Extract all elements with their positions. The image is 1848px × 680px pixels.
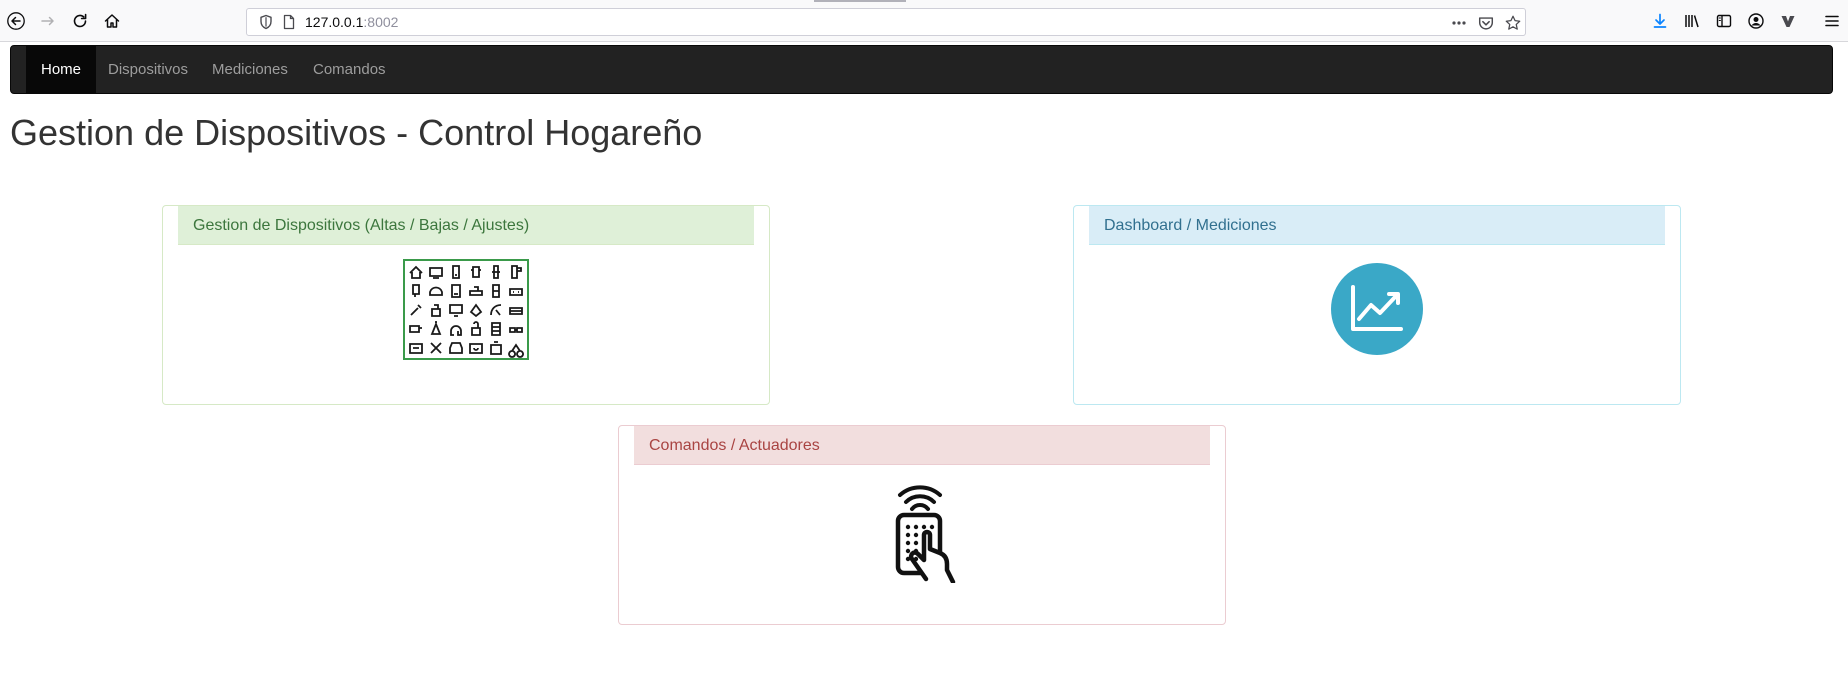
commands-panel[interactable]: Comandos / Actuadores <box>618 425 1226 625</box>
device-pictogram-icon <box>429 286 443 296</box>
page-title: Gestion de Dispositivos - Control Hogare… <box>10 112 703 153</box>
url-bar[interactable]: 127.0.0.1:8002 <box>246 8 1526 36</box>
device-pictogram-icon <box>490 304 502 316</box>
device-pictogram-icon <box>509 327 523 333</box>
url-port: :8002 <box>363 14 399 30</box>
menu-button[interactable] <box>1818 7 1846 35</box>
browser-toolbar: 127.0.0.1:8002 <box>0 0 1848 42</box>
device-pictogram-icon <box>429 267 443 279</box>
reload-icon <box>73 13 87 28</box>
account-icon <box>1748 13 1764 29</box>
device-pictogram-icon <box>469 343 483 354</box>
download-icon <box>1653 13 1667 28</box>
device-pictogram-icon <box>409 343 423 354</box>
page-info-icon[interactable] <box>280 13 298 31</box>
device-pictogram-icon <box>430 321 442 335</box>
bookmark-star-icon[interactable] <box>1503 13 1523 33</box>
device-pictogram-icon <box>412 284 420 297</box>
device-pictogram-icon <box>492 284 500 298</box>
device-pictogram-icon <box>471 266 481 278</box>
device-pictogram-icon <box>449 342 463 354</box>
device-pictogram-icon <box>409 325 422 333</box>
library-icon <box>1685 15 1699 28</box>
remote-control-icon[interactable] <box>878 479 966 583</box>
dashboard-panel-heading[interactable]: Dashboard / Mediciones <box>1089 206 1665 245</box>
device-pictogram-icon <box>511 265 522 279</box>
page-actions-icon[interactable] <box>1449 13 1469 33</box>
nav-mediciones[interactable]: Mediciones <box>197 46 303 93</box>
nav-comandos[interactable]: Comandos <box>298 46 401 93</box>
device-pictogram-icon <box>431 304 441 317</box>
navbar: Home Dispositivos Mediciones Comandos <box>10 45 1833 94</box>
device-pictogram-icon <box>471 321 481 336</box>
device-pictogram-icon <box>409 265 423 279</box>
devices-panel-heading[interactable]: Gestion de Dispositivos (Altas / Bajas /… <box>178 206 754 245</box>
device-pictogram-icon <box>490 341 502 355</box>
hamburger-menu-icon <box>1825 15 1839 27</box>
extension-v-icon <box>1781 16 1795 27</box>
device-pictogram-icon <box>508 343 524 358</box>
device-pictogram-icon <box>469 286 483 296</box>
device-pictogram-icon <box>450 325 462 336</box>
home-icon <box>104 14 120 28</box>
trend-chart-icon[interactable] <box>1331 263 1423 355</box>
device-pictogram-icon <box>469 303 483 318</box>
shield-icon[interactable] <box>257 13 275 31</box>
tab-indicator <box>814 0 906 2</box>
device-pictogram-icon <box>509 288 523 296</box>
url-host: 127.0.0.1 <box>305 14 364 30</box>
reload-button[interactable] <box>66 7 94 35</box>
url-text[interactable]: 127.0.0.1:8002 <box>305 14 398 30</box>
devices-panel[interactable]: Gestion de Dispositivos (Altas / Bajas /… <box>162 205 770 405</box>
device-pictogram-icon <box>452 265 460 279</box>
forward-button[interactable] <box>34 7 62 35</box>
sidebar-button[interactable] <box>1710 7 1738 35</box>
account-button[interactable] <box>1742 7 1770 35</box>
devices-grid-icon[interactable] <box>403 259 529 360</box>
device-pictogram-icon <box>410 304 422 316</box>
downloads-button[interactable] <box>1646 7 1674 35</box>
nav-dispositivos[interactable]: Dispositivos <box>93 46 203 93</box>
device-pictogram-icon <box>430 342 442 354</box>
home-button[interactable] <box>98 7 126 35</box>
forward-arrow-icon <box>41 16 54 26</box>
device-pictogram-icon <box>449 304 463 317</box>
dashboard-panel[interactable]: Dashboard / Mediciones <box>1073 205 1681 405</box>
device-pictogram-icon <box>509 307 523 315</box>
sidebar-icon <box>1716 14 1732 28</box>
extension-button[interactable] <box>1774 7 1802 35</box>
back-button[interactable] <box>2 7 30 35</box>
device-pictogram-icon <box>491 322 501 336</box>
pocket-icon[interactable] <box>1476 13 1496 33</box>
commands-panel-heading[interactable]: Comandos / Actuadores <box>634 426 1210 465</box>
device-pictogram-icon <box>492 265 500 279</box>
device-pictogram-icon <box>451 284 461 298</box>
back-arrow-icon <box>7 12 25 30</box>
library-button[interactable] <box>1678 7 1706 35</box>
nav-home[interactable]: Home <box>26 46 97 93</box>
